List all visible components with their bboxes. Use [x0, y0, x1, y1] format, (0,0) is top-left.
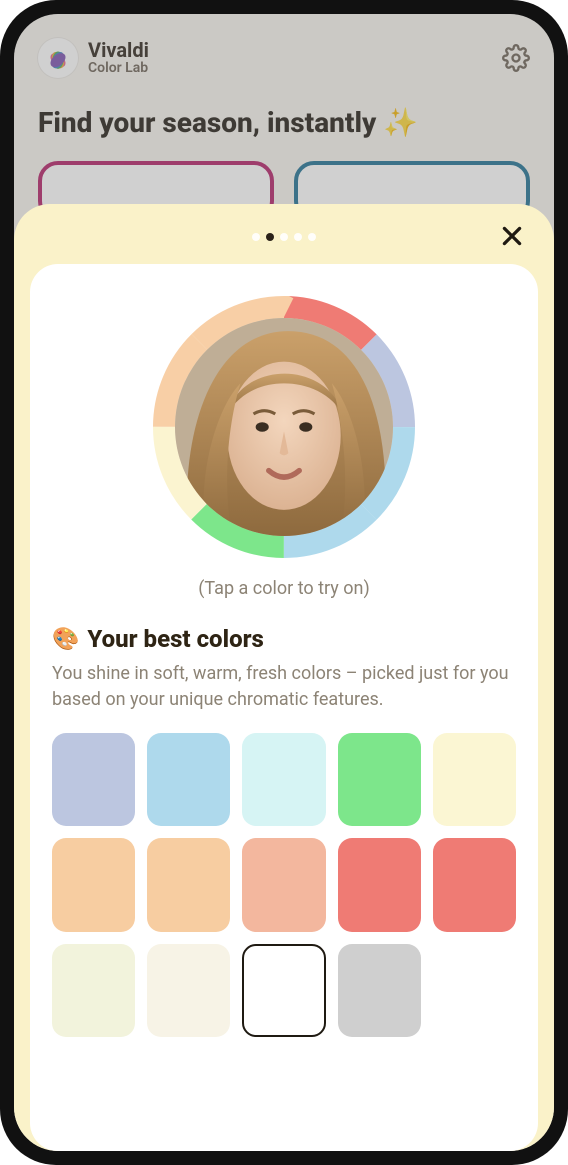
color-swatch[interactable] [147, 944, 230, 1037]
device-frame: Vivaldi Color Lab Find your season, inst… [0, 0, 568, 1165]
color-swatch[interactable] [52, 733, 135, 826]
color-swatch[interactable] [338, 944, 421, 1037]
avatar-illustration [175, 318, 393, 536]
section-title: Your best colors [87, 625, 263, 653]
page-indicator [252, 233, 316, 241]
close-icon [499, 223, 525, 249]
color-swatch[interactable] [433, 838, 516, 931]
page-dot[interactable] [294, 233, 302, 241]
tap-hint: (Tap a color to try on) [52, 578, 516, 599]
avatar-ring-container [52, 296, 516, 558]
page-dot[interactable] [266, 233, 274, 241]
sheet-top-bar [30, 220, 538, 254]
palette-icon: 🎨 [52, 627, 79, 652]
swatch-grid [52, 733, 516, 1037]
close-button[interactable] [494, 218, 530, 254]
section-description: You shine in soft, warm, fresh colors – … [52, 661, 516, 713]
color-swatch[interactable] [433, 733, 516, 826]
page-dot[interactable] [280, 233, 288, 241]
color-swatch[interactable] [242, 944, 325, 1037]
color-swatch[interactable] [338, 838, 421, 931]
results-card: (Tap a color to try on) 🎨 Your best colo… [30, 264, 538, 1151]
results-sheet: (Tap a color to try on) 🎨 Your best colo… [14, 204, 554, 1151]
color-swatch[interactable] [147, 838, 230, 931]
color-ring[interactable] [153, 296, 415, 558]
color-swatch[interactable] [52, 838, 135, 931]
color-swatch[interactable] [147, 733, 230, 826]
page-dot[interactable] [252, 233, 260, 241]
page-dot[interactable] [308, 233, 316, 241]
color-swatch[interactable] [242, 838, 325, 931]
section-title-row: 🎨 Your best colors [52, 625, 516, 653]
color-swatch[interactable] [52, 944, 135, 1037]
color-swatch[interactable] [242, 733, 325, 826]
user-avatar [175, 318, 393, 536]
color-swatch[interactable] [338, 733, 421, 826]
screen: Vivaldi Color Lab Find your season, inst… [14, 14, 554, 1151]
